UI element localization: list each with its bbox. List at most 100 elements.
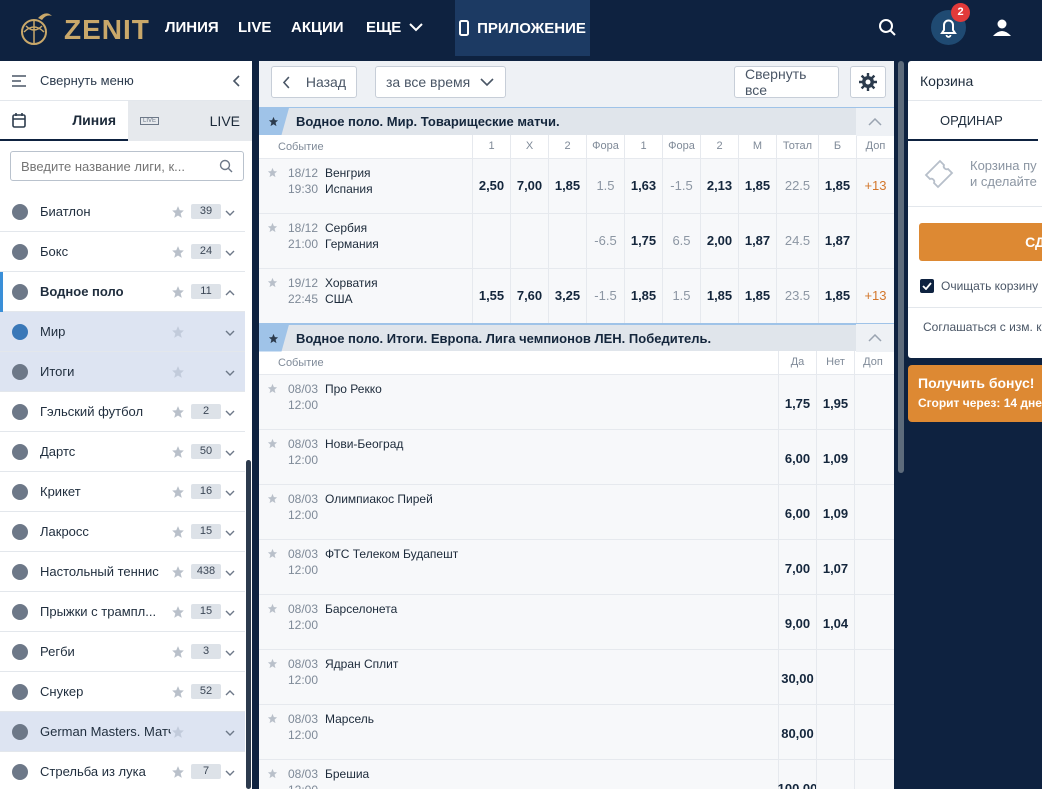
sidebar-sport-item[interactable]: Прыжки с трампл... 15 [0, 592, 245, 632]
chevron-down-icon[interactable] [225, 484, 237, 499]
settings-button[interactable] [850, 66, 886, 98]
odds-cell[interactable]: 80,00 [778, 705, 816, 759]
favorite-star-icon[interactable] [267, 493, 279, 539]
sidebar-sport-item[interactable]: Дартс 50 [0, 432, 245, 472]
favorite-star-icon[interactable] [267, 383, 279, 429]
favorite-star-icon[interactable] [267, 167, 279, 213]
sidebar-sport-item[interactable]: German Masters. Матч... [0, 712, 245, 752]
more-markets-cell[interactable] [854, 595, 891, 649]
favorite-star-icon[interactable] [267, 548, 279, 594]
odds-cell[interactable]: 100,00 [778, 760, 817, 789]
chevron-down-icon[interactable] [225, 524, 237, 539]
more-markets-link[interactable] [856, 214, 894, 268]
sidebar-sport-item[interactable]: Крикет 16 [0, 472, 245, 512]
nav-more[interactable]: ЕЩЕ [366, 19, 424, 36]
sidebar-sport-item[interactable]: Снукер 52 [0, 672, 245, 712]
league-favorite-flag[interactable] [259, 324, 289, 352]
event-info[interactable]: 08/03 12:00 ФТС Телеком Будапешт [259, 540, 778, 594]
event-info[interactable]: 08/03 12:00 Про Рекко [259, 375, 778, 429]
odds-cell[interactable]: 1,85 [818, 159, 856, 213]
tab-live[interactable]: LIVE LIVE [128, 101, 252, 141]
favorite-star-icon[interactable] [171, 445, 185, 459]
chevron-down-icon[interactable] [225, 364, 237, 379]
bonus-banner[interactable]: Получить бонус! Сгорит через: 14 дне [908, 365, 1042, 422]
favorite-star-icon[interactable] [171, 725, 185, 739]
chevron-down-icon[interactable] [225, 724, 237, 739]
event-info[interactable]: 08/03 12:00 Марсель [259, 705, 778, 759]
search-icon[interactable] [219, 159, 233, 173]
odds-cell[interactable] [816, 705, 854, 759]
odds-cell[interactable]: 1,09 [816, 485, 854, 539]
sidebar-sport-item[interactable]: Мир [0, 312, 245, 352]
collapse-menu-row[interactable]: Свернуть меню [0, 61, 252, 101]
favorite-star-icon[interactable] [171, 685, 185, 699]
more-markets-link[interactable]: +13 [856, 269, 894, 323]
sidebar-sport-item[interactable]: Биатлон 39 [0, 192, 245, 232]
odds-cell[interactable]: 30,00 [778, 650, 816, 704]
chevron-up-icon[interactable] [225, 684, 237, 699]
odds-cell[interactable]: 1,87 [818, 214, 856, 268]
odds-cell[interactable]: 7,00 [510, 159, 548, 213]
odds-cell[interactable]: 6,00 [778, 485, 816, 539]
odds-cell[interactable]: 1,85 [818, 269, 856, 323]
odds-cell[interactable]: 1,85 [738, 269, 776, 323]
odds-cell[interactable]: 1,55 [472, 269, 510, 323]
odds-cell[interactable]: 7,60 [510, 269, 548, 323]
search-icon[interactable] [876, 16, 900, 40]
odds-cell[interactable]: 1,85 [738, 159, 776, 213]
odds-cell[interactable]: 1,95 [816, 375, 854, 429]
more-markets-cell[interactable] [854, 485, 891, 539]
clear-cart-checkbox[interactable]: Очищать корзину [920, 279, 1042, 293]
user-icon[interactable] [990, 16, 1014, 40]
event-info[interactable]: 08/03 12:00 Олимпиакос Пирей [259, 485, 778, 539]
more-markets-cell[interactable] [854, 705, 891, 759]
app-button[interactable]: ПРИЛОЖЕНИЕ [455, 0, 590, 56]
favorite-star-icon[interactable] [171, 565, 185, 579]
odds-cell[interactable] [816, 650, 854, 704]
nav-promos[interactable]: АКЦИИ [291, 19, 344, 36]
odds-cell[interactable]: 9,00 [778, 595, 816, 649]
sidebar-sport-item[interactable]: Настольный теннис 438 [0, 552, 245, 592]
odds-cell[interactable]: 2,00 [700, 214, 738, 268]
odds-cell[interactable]: 1,63 [624, 159, 662, 213]
odds-cell[interactable]: 1,09 [816, 430, 854, 484]
events-scrollbar[interactable] [898, 61, 904, 473]
chevron-down-icon[interactable] [225, 404, 237, 419]
more-markets-cell[interactable] [854, 650, 891, 704]
favorite-star-icon[interactable] [171, 365, 185, 379]
favorite-star-icon[interactable] [267, 438, 279, 484]
event-info[interactable]: 19/12 22:45 Хорватия США [259, 269, 472, 323]
odds-cell[interactable]: 2,13 [700, 159, 738, 213]
sidebar-sport-item[interactable]: Лакросс 15 [0, 512, 245, 552]
tab-line[interactable]: Линия [0, 101, 128, 141]
event-info[interactable]: 18/12 21:00 Сербия Германия [259, 214, 472, 268]
favorite-star-icon[interactable] [171, 525, 185, 539]
chevron-down-icon[interactable] [225, 564, 237, 579]
event-info[interactable]: 18/12 19:30 Венгрия Испания [259, 159, 472, 213]
event-info[interactable]: 08/0312:00Брешиа [259, 760, 778, 789]
favorite-star-icon[interactable] [171, 325, 185, 339]
agree-odds-change-select[interactable]: Соглашаться с изм. к [908, 307, 1042, 334]
sidebar-sport-item[interactable]: Итоги [0, 352, 245, 392]
favorite-star-icon[interactable] [267, 222, 279, 268]
odds-cell[interactable]: 3,25 [548, 269, 586, 323]
odds-cell[interactable]: 2,50 [472, 159, 510, 213]
league-collapse-button[interactable] [856, 324, 894, 352]
event-info[interactable]: 08/03 12:00 Нови-Београд [259, 430, 778, 484]
more-markets-cell[interactable] [854, 760, 891, 789]
odds-cell[interactable]: 7,00 [778, 540, 816, 594]
sidebar-sport-item[interactable]: Гэльский футбол 2 [0, 392, 245, 432]
favorite-star-icon[interactable] [267, 658, 279, 704]
chevron-down-icon[interactable] [225, 204, 237, 219]
odds-cell[interactable]: 1,85 [548, 159, 586, 213]
favorite-star-icon[interactable] [171, 285, 185, 299]
logo[interactable]: ZENIT [16, 8, 149, 48]
odds-cell[interactable]: 1,75 [778, 375, 816, 429]
odds-cell[interactable]: 1,04 [816, 595, 854, 649]
more-markets-link[interactable]: +13 [856, 159, 894, 213]
odds-cell[interactable]: 1,85 [624, 269, 662, 323]
nav-live[interactable]: LIVE [238, 19, 271, 36]
favorite-star-icon[interactable] [171, 765, 185, 779]
chevron-down-icon[interactable] [225, 604, 237, 619]
odds-cell[interactable]: 1,07 [816, 540, 854, 594]
